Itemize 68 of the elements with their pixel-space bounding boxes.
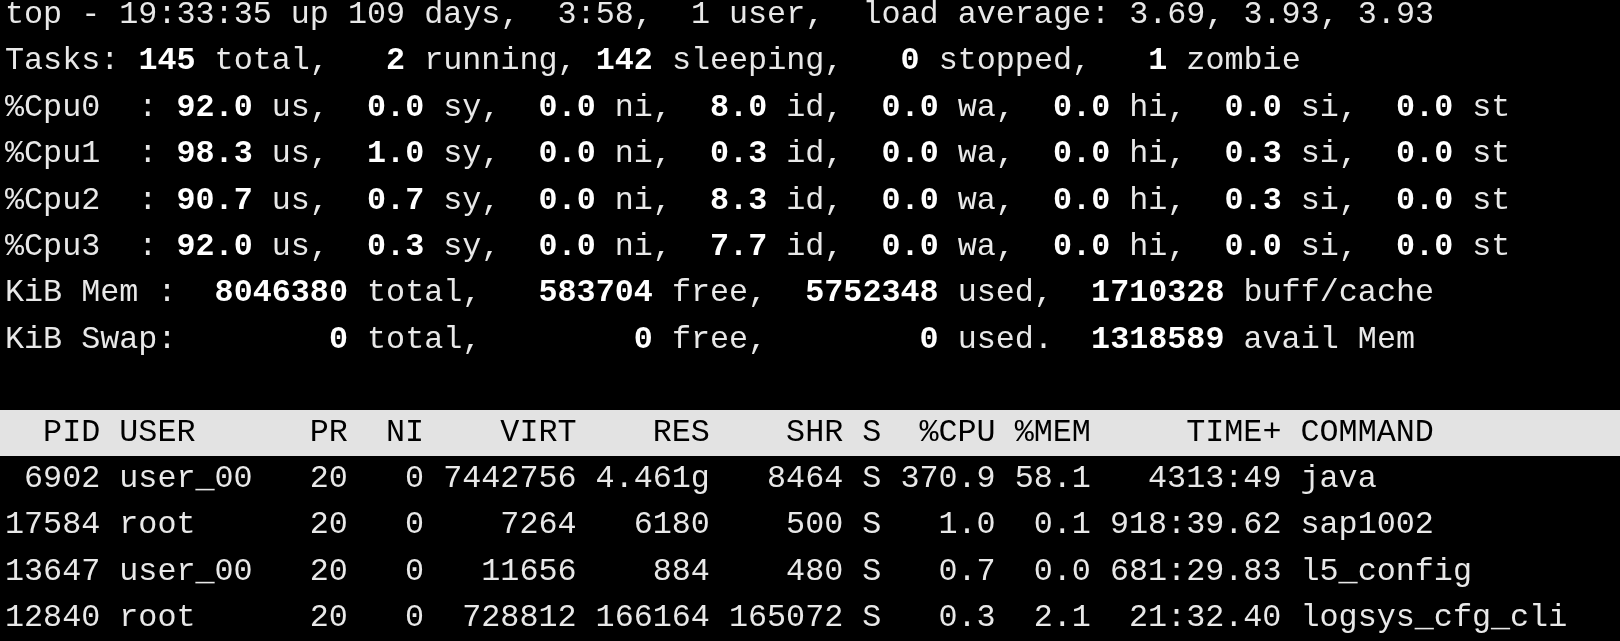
column-header: RES xyxy=(651,413,710,453)
column-header: %MEM xyxy=(1013,413,1091,453)
table-cell-text: sap1002 xyxy=(1299,506,1435,546)
column-header: USER xyxy=(118,413,197,453)
table-cell-text: 681:29.83 xyxy=(1108,552,1282,592)
table-cell-text: root xyxy=(118,599,197,639)
table-cell-text: 21:32.40 xyxy=(1128,599,1282,639)
table-cell-text: user_00 xyxy=(118,552,254,592)
table-cell-text: 11656 xyxy=(480,552,577,592)
column-header: PID xyxy=(42,413,101,453)
table-cell-text: 500 xyxy=(785,506,844,546)
table-cell-text: S xyxy=(861,552,882,592)
table-cell-text: logsys_cfg_cli xyxy=(1299,599,1569,639)
table-cell-text: 20 xyxy=(308,552,348,592)
table-cell-text: 0 xyxy=(404,552,425,592)
table-cell-text: 20 xyxy=(308,506,348,546)
table-cell-text: 165072 xyxy=(727,599,844,639)
column-header: COMMAND xyxy=(1299,413,1435,453)
summary-line: %Cpu0 : 92.0 us, 0.0 sy, 0.0 ni, 8.0 id, 0.0 wa, 0.0 hi, 0.0 si, 0.0 st xyxy=(5,88,1512,128)
table-cell-text: 4.461g xyxy=(594,460,710,500)
table-cell-text: 17584 xyxy=(5,506,101,546)
table-cell-text: 0.0 xyxy=(1032,552,1091,592)
table-cell-text: l5_config xyxy=(1299,552,1473,592)
table-cell-text: 0 xyxy=(404,599,425,639)
table-cell-text: 480 xyxy=(785,552,844,592)
table-cell-text: 20 xyxy=(308,460,348,500)
summary-line: %Cpu3 : 92.0 us, 0.3 sy, 0.0 ni, 7.7 id, 0.0 wa, 0.0 hi, 0.0 si, 0.0 st xyxy=(5,228,1512,268)
column-header: S xyxy=(861,413,882,453)
table-cell-text: 0.3 xyxy=(937,599,996,639)
table-cell-text: 8464 xyxy=(766,460,844,500)
column-header: NI xyxy=(385,413,425,453)
table-cell-text: 7264 xyxy=(499,506,577,546)
table-cell-text: 884 xyxy=(651,552,710,592)
table-cell-text: 1.0 xyxy=(937,506,996,546)
table-cell-text: 918:39.62 xyxy=(1108,506,1282,546)
column-header: %CPU xyxy=(918,413,996,453)
column-header: TIME+ xyxy=(1185,413,1282,453)
table-cell-text: user_00 xyxy=(118,460,254,500)
summary-line: %Cpu2 : 90.7 us, 0.7 sy, 0.0 ni, 8.3 id, 0.0 wa, 0.0 hi, 0.3 si, 0.0 st xyxy=(5,181,1512,221)
table-cell-text: 4313:49 xyxy=(1147,460,1282,500)
table-cell-text: S xyxy=(861,599,882,639)
table-cell-text: 370.9 xyxy=(899,460,996,500)
table-cell-text: 2.1 xyxy=(1032,599,1091,639)
table-cell-text: 0.1 xyxy=(1032,506,1091,546)
summary-line: KiB Swap: 0 total, 0 free, 0 used. 1318589 avail Mem xyxy=(5,320,1416,360)
table-cell-text: S xyxy=(861,460,882,500)
table-cell-text: 166164 xyxy=(594,599,710,639)
table-cell-text: 728812 xyxy=(461,599,577,639)
table-cell-text: 6180 xyxy=(632,506,710,546)
summary-line: top - 19:33:35 up 109 days, 3:58, 1 user, load average: 3.69, 3.93, 3.93 xyxy=(5,0,1435,35)
column-header: SHR xyxy=(785,413,844,453)
summary-line: %Cpu1 : 98.3 us, 1.0 sy, 0.0 ni, 0.3 id, 0.0 wa, 0.0 hi, 0.3 si, 0.0 st xyxy=(5,135,1512,175)
column-header: VIRT xyxy=(499,413,577,453)
table-cell-text: root xyxy=(118,506,197,546)
summary-line: Tasks: 145 total, 2 running, 142 sleeping, 0 stopped, 1 zombie xyxy=(5,42,1302,82)
table-cell-text: 13647 xyxy=(5,552,101,592)
table-cell-text: 58.1 xyxy=(1013,460,1091,500)
table-cell-text: 7442756 xyxy=(442,460,577,500)
summary-line: KiB Mem : 8046380 total, 583704 free, 5752348 used, 1710328 buff/cache xyxy=(5,274,1436,314)
table-cell-text: 6902 xyxy=(23,460,101,500)
table-cell-text: 0.7 xyxy=(937,552,996,592)
column-header: PR xyxy=(308,413,348,453)
table-cell-text: 0 xyxy=(404,506,425,546)
table-cell-text: 20 xyxy=(308,599,348,639)
table-cell-text: java xyxy=(1299,460,1378,500)
table-cell-text: 12840 xyxy=(5,599,101,639)
table-cell-text: S xyxy=(861,506,882,546)
table-cell-text: 0 xyxy=(404,460,425,500)
